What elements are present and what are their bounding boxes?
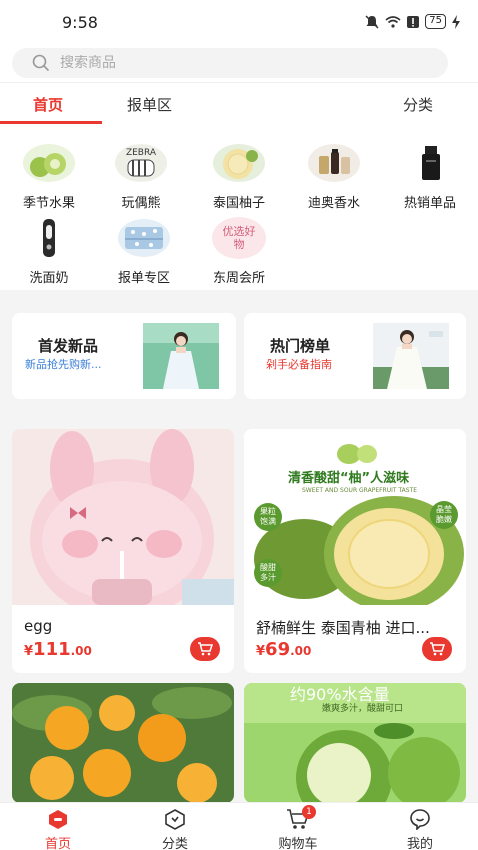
product-banner-subtitle: 嫩爽多汁，酸甜可口	[322, 704, 404, 714]
category-label: 季节水果	[22, 196, 75, 211]
promo-title: 首发新品	[38, 337, 99, 355]
tab-home[interactable]: 首页	[33, 94, 63, 115]
search-bar	[0, 44, 478, 82]
promo-image	[143, 323, 219, 389]
category-item-seasonal-fruit[interactable]: 季节水果	[9, 142, 89, 211]
status-time: 9:58	[62, 13, 98, 32]
category-label: 东周会所	[212, 271, 265, 286]
compass-icon	[135, 807, 215, 831]
cart-icon: 1	[258, 805, 338, 831]
product-card[interactable]: egg ¥111.00	[12, 429, 234, 673]
alert-icon	[407, 15, 420, 28]
top-tabs: 首页 报单区 分类	[0, 82, 478, 124]
promo-title: 热门榜单	[270, 337, 331, 355]
product-card[interactable]: 清香酸甜“柚”人滋味 SWEET AND SOUR GRAPEFRUIT TAS…	[244, 429, 466, 673]
chat-face-icon	[380, 807, 460, 831]
status-icons: 75	[365, 14, 460, 29]
product-image	[12, 683, 234, 803]
category-label: 玩偶熊	[121, 196, 161, 211]
cart-icon	[198, 642, 213, 656]
promo-image	[373, 323, 449, 389]
nav-label: 首页	[44, 837, 71, 850]
add-to-cart-button[interactable]	[422, 637, 452, 661]
svg-text:ZEBRA: ZEBRA	[126, 148, 157, 158]
wifi-icon	[385, 16, 401, 28]
add-to-cart-button[interactable]	[190, 637, 220, 661]
category-label: 洗面奶	[29, 271, 69, 286]
product-card[interactable]	[12, 683, 234, 803]
cosmetic-bottle-icon	[403, 142, 457, 184]
battery-indicator: 75	[425, 14, 446, 29]
price-integer: 69	[265, 639, 291, 660]
nav-category[interactable]: 分类	[135, 807, 215, 850]
promo-card-new-arrivals[interactable]: 首发新品 新品抢先购新...	[12, 313, 236, 399]
nav-label: 我的	[406, 837, 433, 850]
category-item-cleanser[interactable]: 洗面奶	[9, 217, 89, 286]
youxuan-haowu-text: 优选好物	[222, 225, 256, 251]
product-image	[12, 429, 234, 605]
cart-icon	[430, 642, 445, 656]
nav-home[interactable]: 首页	[18, 807, 98, 850]
price-decimal: .00	[290, 644, 312, 658]
price-integer: 111	[33, 639, 71, 660]
nav-label: 分类	[161, 837, 188, 850]
price-decimal: .00	[70, 644, 92, 658]
category-item-order-special[interactable]: 报单专区	[104, 217, 184, 286]
category-item-dongzhou-club[interactable]: 优选好物 东周会所	[199, 217, 279, 286]
home-icon	[18, 807, 98, 831]
cart-badge: 1	[302, 805, 316, 819]
promo-subtitle: 新品抢先购新...	[25, 358, 102, 371]
charging-icon	[452, 14, 460, 29]
product-image: 清香酸甜“柚”人滋味 SWEET AND SOUR GRAPEFRUIT TAS…	[244, 429, 466, 605]
product-tag: 酸甜多汁	[260, 563, 276, 582]
search-box[interactable]	[12, 48, 448, 78]
category-item-teddy-bear[interactable]: ZEBRA 玩偶熊	[101, 142, 181, 211]
nav-label: 购物车	[278, 837, 318, 850]
mute-icon	[365, 14, 379, 29]
promo-card-hot-list[interactable]: 热门榜单 剁手必备指南	[244, 313, 466, 399]
fruit-icon	[22, 142, 76, 184]
bedding-icon	[117, 217, 171, 259]
tab-order-zone[interactable]: 报单区	[127, 94, 172, 115]
product-banner-subtitle: SWEET AND SOUR GRAPEFRUIT TASTE	[302, 487, 418, 494]
price-symbol: ¥	[24, 644, 34, 659]
search-icon	[32, 54, 50, 72]
category-label: 迪奥香水	[307, 196, 360, 211]
pomelo-icon	[212, 142, 266, 184]
product-price: ¥69.00	[256, 639, 311, 660]
product-banner-title: 清香酸甜“柚”人滋味	[288, 471, 410, 486]
product-tag: 晶莹脆嫩	[436, 505, 452, 524]
product-image: 约90%水含量 嫩爽多汁，酸甜可口	[244, 683, 466, 803]
promo-subtitle: 剁手必备指南	[266, 358, 332, 371]
product-card[interactable]: 约90%水含量 嫩爽多汁，酸甜可口	[244, 683, 466, 803]
bottom-nav: 首页 分类 1 购物车 我的	[0, 802, 478, 850]
cleanser-icon	[22, 217, 76, 259]
nav-cart[interactable]: 1 购物车	[258, 805, 338, 850]
zebra-toy-icon: ZEBRA	[114, 142, 168, 184]
product-price: ¥111.00	[24, 639, 92, 660]
status-bar: 9:58 75	[0, 0, 478, 44]
category-label: 热销单品	[403, 196, 456, 211]
category-item-thai-pomelo[interactable]: 泰国柚子	[199, 142, 279, 211]
category-label: 泰国柚子	[212, 196, 265, 211]
tab-category[interactable]: 分类	[403, 94, 433, 115]
youxuan-haowu-icon: 优选好物	[212, 217, 266, 259]
category-label: 报单专区	[117, 271, 170, 286]
search-input[interactable]	[60, 55, 420, 71]
product-tag: 果粒饱满	[260, 507, 276, 526]
category-item-dior-perfume[interactable]: 迪奥香水	[294, 142, 374, 211]
nav-profile[interactable]: 我的	[380, 807, 460, 850]
perfume-icon	[307, 142, 361, 184]
category-grid: 季节水果 ZEBRA 玩偶熊 泰国柚子 迪奥香水 热销单品 洗面奶 报单专区 优…	[0, 124, 478, 290]
product-name: 舒楠鲜生 泰国青柚 进口...	[256, 619, 430, 637]
price-symbol: ¥	[256, 644, 266, 659]
product-name: egg	[24, 617, 53, 635]
category-item-hot-items[interactable]: 热销单品	[390, 142, 470, 211]
